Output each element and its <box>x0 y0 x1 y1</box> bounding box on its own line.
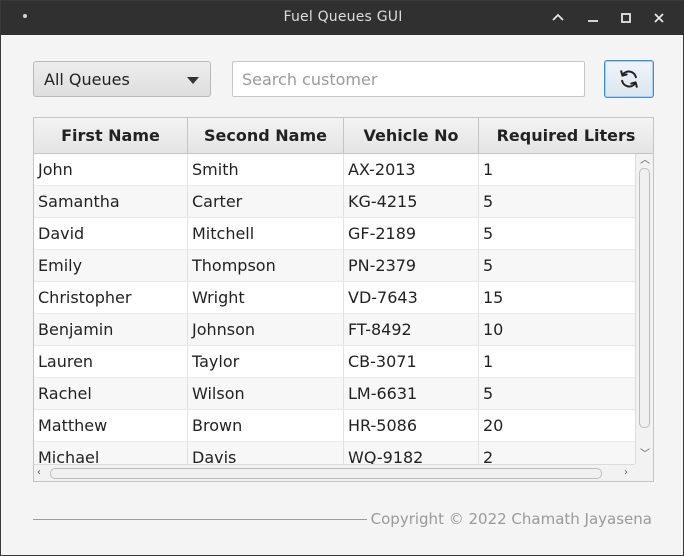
minus-icon <box>588 20 598 22</box>
cell-first-name: Samantha <box>34 186 188 217</box>
cell-first-name: Rachel <box>34 378 188 409</box>
vertical-scrollbar[interactable]: ︿ ﹀ <box>635 154 653 464</box>
cell-first-name: Lauren <box>34 346 188 377</box>
column-header-required-liters[interactable]: Required Liters <box>479 118 653 153</box>
cell-second-name: Brown <box>188 410 344 441</box>
cell-vehicle-no: FT-8492 <box>344 314 479 345</box>
cell-first-name: John <box>34 154 188 185</box>
table-row[interactable]: Benjamin Johnson FT-8492 10 <box>34 314 635 346</box>
cell-first-name: Matthew <box>34 410 188 441</box>
horizontal-scroll-thumb[interactable] <box>50 468 602 479</box>
dropdown-arrow-icon <box>187 77 199 84</box>
queue-select[interactable]: All Queues <box>33 61 211 97</box>
customer-table[interactable]: First Name Second Name Vehicle No Requir… <box>33 117 654 482</box>
table-row[interactable]: Emily Thompson PN-2379 5 <box>34 250 635 282</box>
scroll-right-icon[interactable]: › <box>624 468 628 478</box>
chevron-up-icon <box>552 13 564 21</box>
cell-required-liters: 5 <box>483 192 494 211</box>
table-row[interactable]: John Smith AX-2013 1 <box>34 154 635 186</box>
horizontal-scrollbar[interactable]: ‹ › <box>34 464 653 481</box>
table-row[interactable]: Michael Davis WQ-9182 2 <box>34 442 635 464</box>
table-row[interactable]: Samantha Carter KG-4215 5 <box>34 186 635 218</box>
cell-required-liters: 1 <box>483 352 494 371</box>
scroll-up-icon[interactable]: ︿ <box>640 156 650 166</box>
table-body: John Smith AX-2013 1 Samantha Carter KG-… <box>34 154 635 464</box>
maximize-button[interactable] <box>615 7 637 29</box>
table-header: First Name Second Name Vehicle No Requir… <box>34 118 653 154</box>
cell-second-name: Taylor <box>188 346 344 377</box>
cell-second-name: Johnson <box>188 314 344 345</box>
scroll-corner <box>635 464 653 481</box>
cell-required-liters: 5 <box>483 224 494 243</box>
cell-vehicle-no: LM-6631 <box>344 378 479 409</box>
refresh-button[interactable] <box>604 60 654 98</box>
cell-required-liters: 15 <box>483 288 504 307</box>
cell-second-name: Carter <box>188 186 344 217</box>
cell-first-name: David <box>34 218 188 249</box>
refresh-icon <box>620 70 638 88</box>
cell-vehicle-no: WQ-9182 <box>344 442 479 464</box>
app-window: Fuel Queues GUI All Queues First Name Se… <box>0 0 684 556</box>
minimize-button[interactable] <box>547 7 569 29</box>
cell-second-name: Thompson <box>188 250 344 281</box>
vertical-scroll-thumb[interactable] <box>639 168 650 428</box>
cell-required-liters: 1 <box>483 160 494 179</box>
square-icon <box>621 13 631 23</box>
scroll-down-icon[interactable]: ﹀ <box>640 450 650 460</box>
cell-required-liters: 5 <box>483 384 494 403</box>
cell-second-name: Mitchell <box>188 218 344 249</box>
cell-second-name: Wilson <box>188 378 344 409</box>
cell-vehicle-no: KG-4215 <box>344 186 479 217</box>
cell-required-liters: 5 <box>483 256 494 275</box>
close-button[interactable] <box>648 7 670 29</box>
copyright-text: Copyright © 2022 Chamath Jayasena <box>370 510 652 528</box>
cell-second-name: Smith <box>188 154 344 185</box>
cell-vehicle-no: GF-2189 <box>344 218 479 249</box>
cell-first-name: Emily <box>34 250 188 281</box>
scroll-left-icon[interactable]: ‹ <box>37 468 41 478</box>
cell-required-liters: 2 <box>483 448 494 464</box>
close-icon <box>654 13 664 23</box>
table-row[interactable]: Lauren Taylor CB-3071 1 <box>34 346 635 378</box>
cell-second-name: Davis <box>188 442 344 464</box>
column-header-first-name[interactable]: First Name <box>34 118 188 153</box>
cell-vehicle-no: HR-5086 <box>344 410 479 441</box>
table-row[interactable]: Christopher Wright VD-7643 15 <box>34 282 635 314</box>
cell-vehicle-no: PN-2379 <box>344 250 479 281</box>
restore-button[interactable] <box>582 7 604 29</box>
search-input[interactable] <box>232 61 585 97</box>
queue-select-value: All Queues <box>44 70 130 89</box>
cell-second-name: Wright <box>188 282 344 313</box>
cell-first-name: Michael <box>34 442 188 464</box>
cell-required-liters: 20 <box>483 416 504 435</box>
title-bar[interactable]: Fuel Queues GUI <box>1 1 684 35</box>
cell-vehicle-no: AX-2013 <box>344 154 479 185</box>
cell-vehicle-no: VD-7643 <box>344 282 479 313</box>
cell-required-liters: 10 <box>483 320 504 339</box>
table-row[interactable]: David Mitchell GF-2189 5 <box>34 218 635 250</box>
cell-vehicle-no: CB-3071 <box>344 346 479 377</box>
column-header-vehicle-no[interactable]: Vehicle No <box>344 118 479 153</box>
cell-first-name: Benjamin <box>34 314 188 345</box>
table-row[interactable]: Rachel Wilson LM-6631 5 <box>34 378 635 410</box>
column-header-second-name[interactable]: Second Name <box>188 118 344 153</box>
cell-first-name: Christopher <box>34 282 188 313</box>
footer-divider <box>33 519 367 520</box>
table-row[interactable]: Matthew Brown HR-5086 20 <box>34 410 635 442</box>
